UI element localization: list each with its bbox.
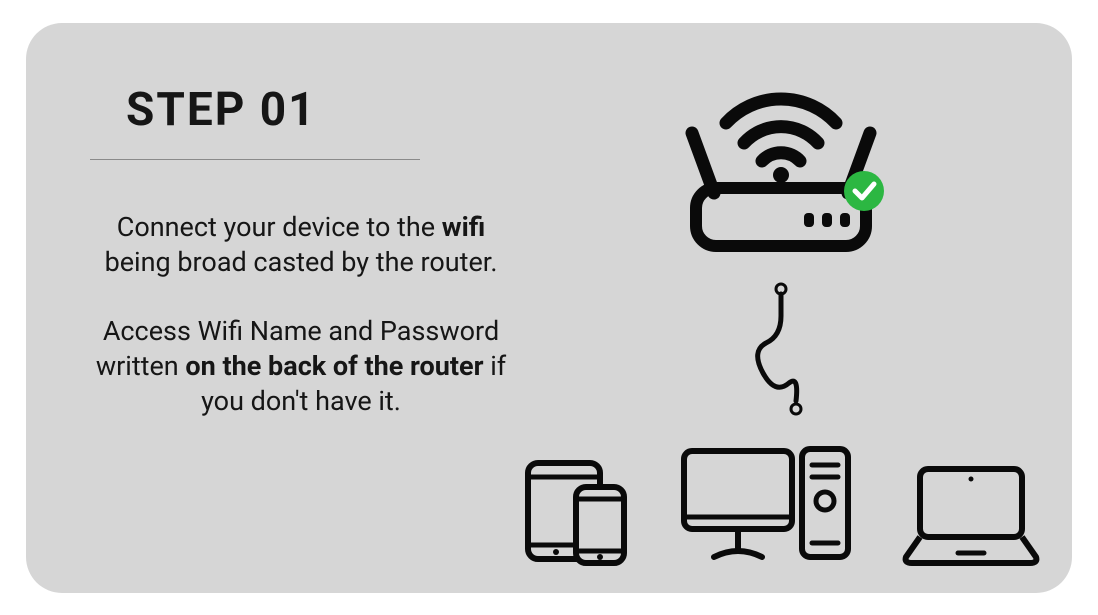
paragraph-2: Access Wifi Name and Password written on… [86, 314, 516, 419]
connection-line-icon [741, 281, 821, 421]
p1-pre: Connect your device to the [117, 211, 442, 243]
paragraph-1: Connect your device to the wifi being br… [86, 210, 516, 280]
illustration-column [516, 73, 1046, 563]
divider [90, 159, 420, 160]
laptop-icon [896, 459, 1046, 569]
devices-row [516, 439, 1046, 569]
p1-post: being broad casted by the router. [105, 246, 498, 278]
tablet-phone-icon [516, 449, 636, 569]
p2-bold: on the back of the router [185, 350, 483, 382]
desktop-icon [676, 439, 856, 569]
instruction-card: STEP 01 Connect your device to the wifi … [26, 23, 1072, 593]
step-heading: STEP 01 [126, 83, 516, 137]
p1-bold: wifi [442, 211, 485, 243]
text-column: STEP 01 Connect your device to the wifi … [86, 73, 516, 563]
router-icon [666, 63, 896, 263]
